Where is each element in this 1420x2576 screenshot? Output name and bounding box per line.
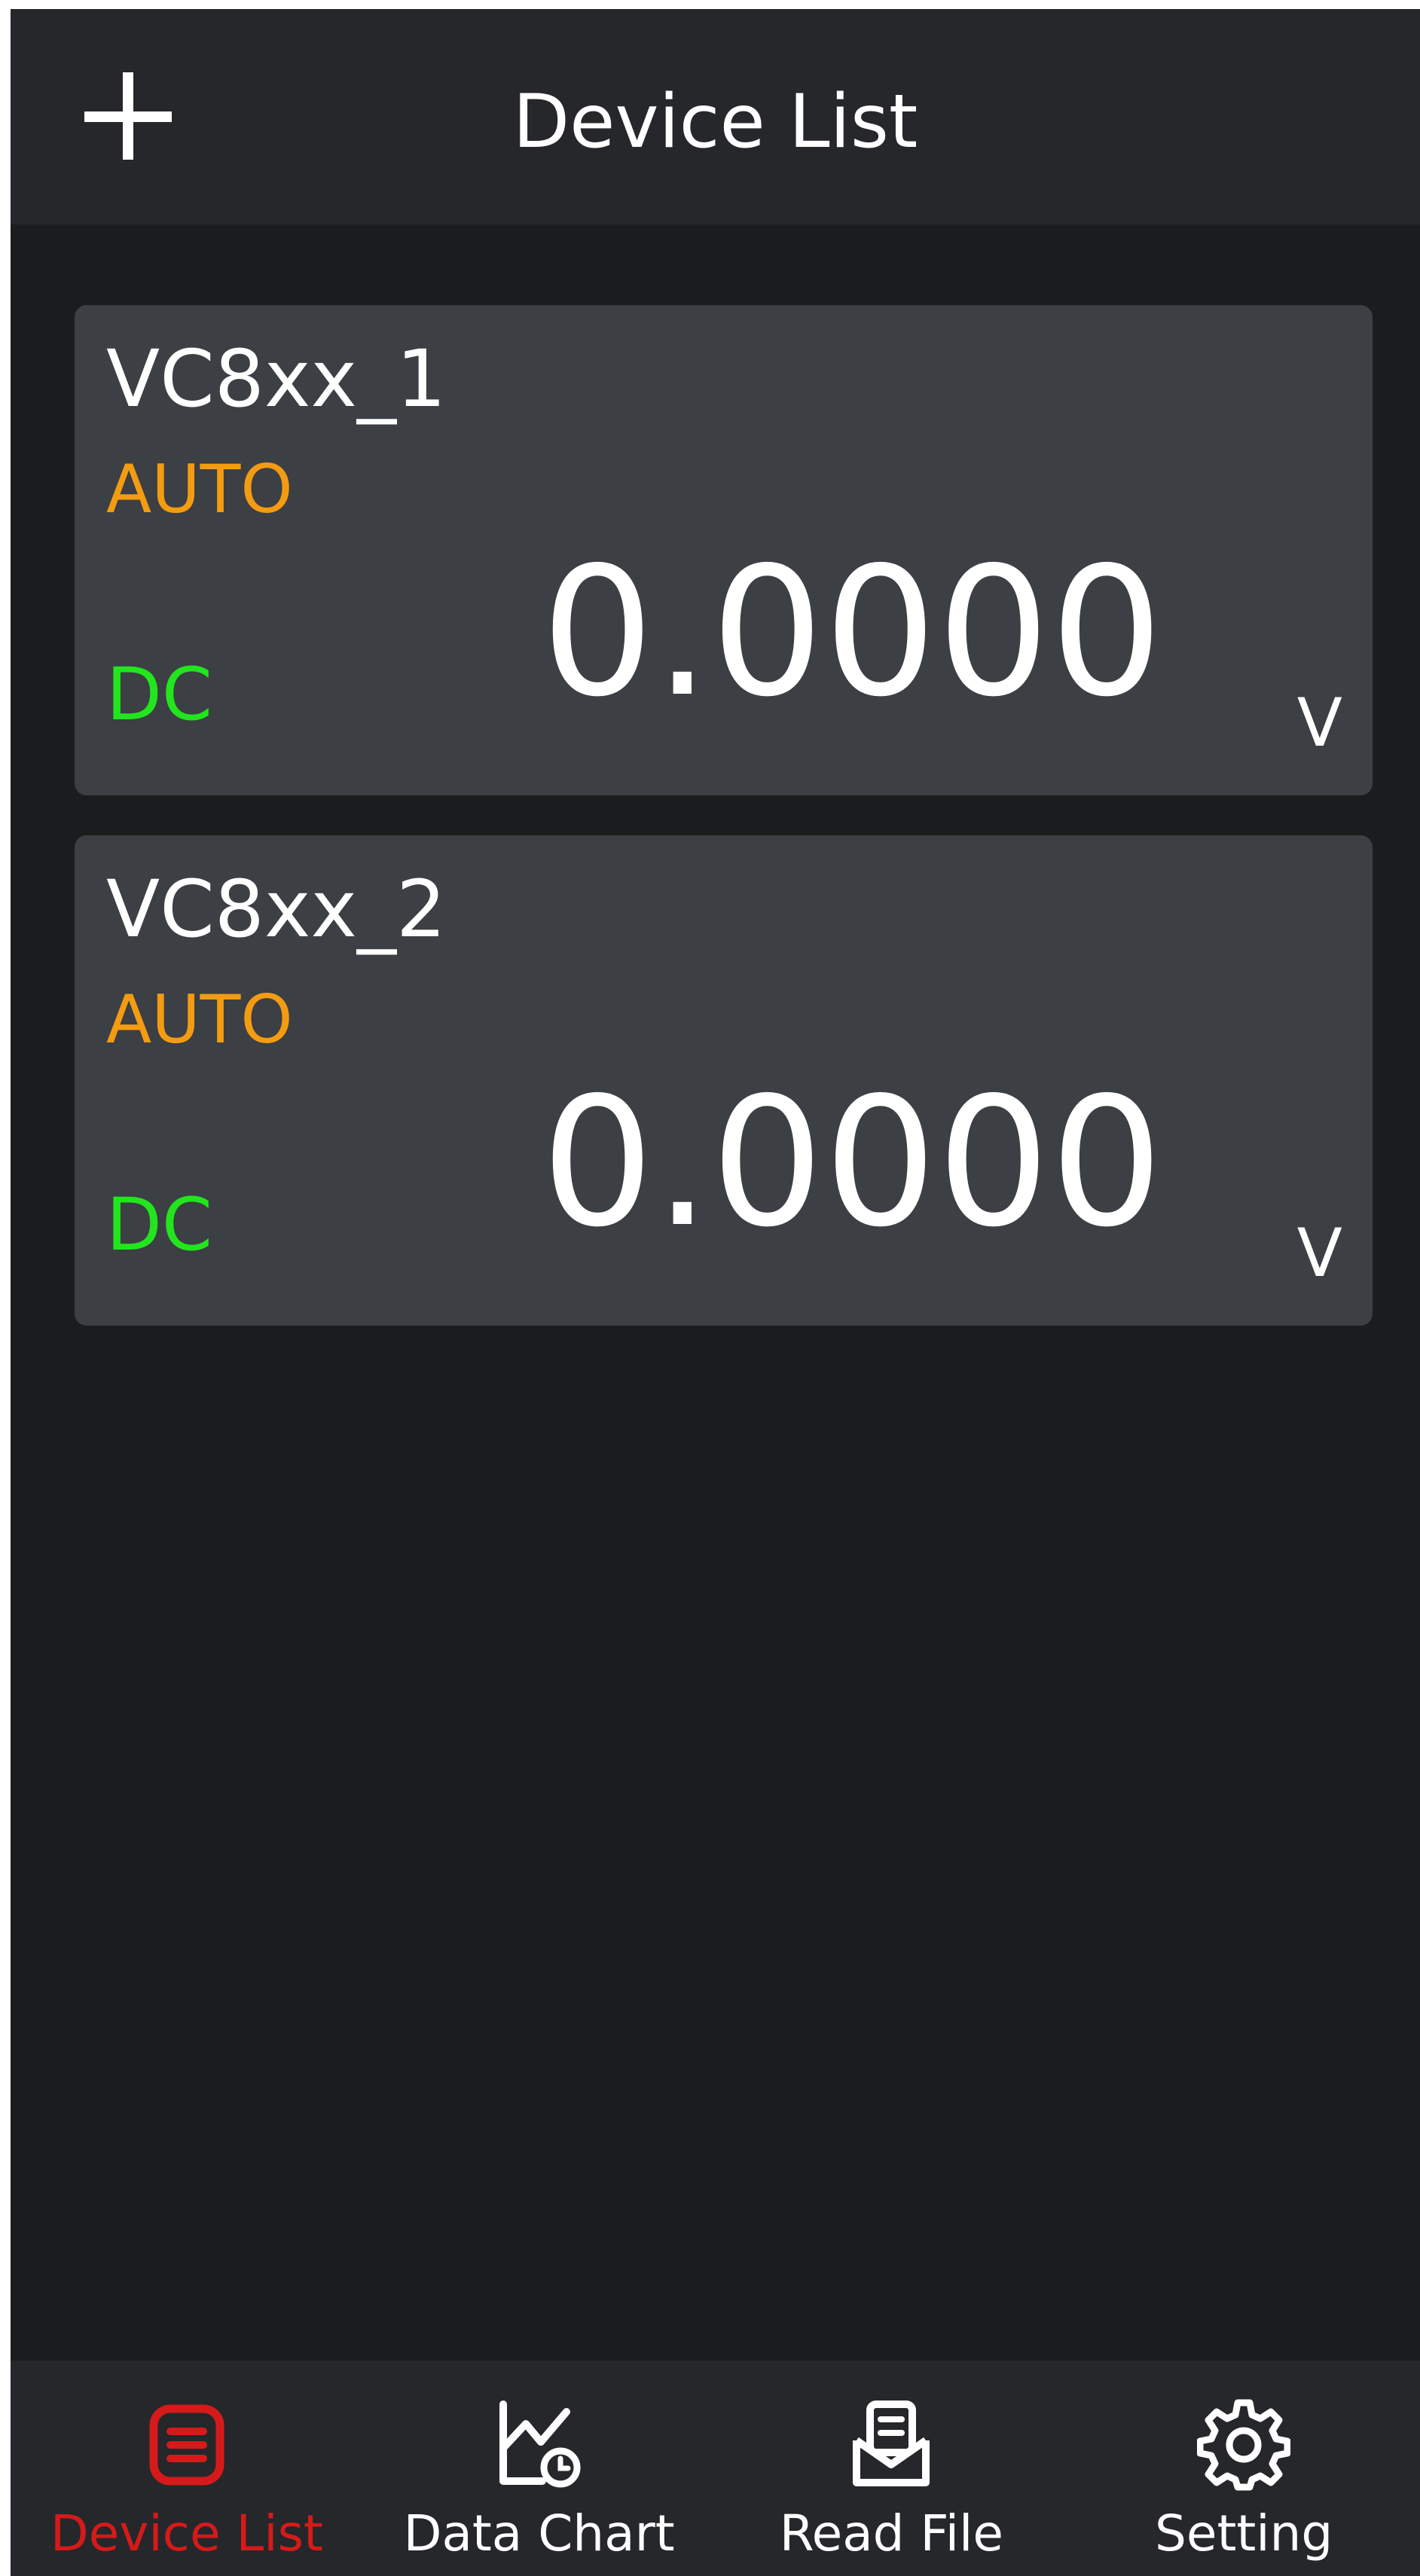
nav-item-read-file[interactable]: Read File (716, 2361, 1068, 2576)
nav-label-device-list: Device List (50, 2504, 323, 2562)
device-name: VC8xx_2 (106, 863, 447, 955)
read-file-icon (853, 2401, 930, 2486)
measurement-reading: 0.0000 (541, 1059, 1163, 1266)
device-card[interactable]: VC8xx_2 AUTO DC 0.0000 V (75, 835, 1373, 1326)
nav-label-setting: Setting (1154, 2504, 1333, 2562)
measurement-reading: 0.0000 (541, 529, 1163, 736)
nav-label-read-file: Read File (779, 2504, 1003, 2562)
app-screen: Device List VC8xx_1 AUTO DC 0.0000 V VC8… (11, 9, 1420, 2576)
gear-icon (1197, 2399, 1291, 2491)
nav-item-data-chart[interactable]: Data Chart (363, 2361, 716, 2576)
device-name: VC8xx_1 (106, 333, 447, 425)
device-card[interactable]: VC8xx_1 AUTO DC 0.0000 V (75, 305, 1373, 795)
page-title: Device List (512, 79, 918, 165)
bottom-navigation: Device List Data Chart Read File Setting (11, 2361, 1420, 2576)
nav-item-device-list[interactable]: Device List (11, 2361, 363, 2576)
top-bar: Device List (11, 9, 1420, 224)
coupling-label: DC (106, 652, 212, 737)
coupling-label: DC (106, 1183, 212, 1267)
nav-item-setting[interactable]: Setting (1067, 2361, 1420, 2576)
data-chart-icon (499, 2401, 581, 2488)
device-list-icon (149, 2404, 224, 2486)
nav-label-data-chart: Data Chart (403, 2504, 675, 2562)
range-mode-label: AUTO (106, 981, 293, 1058)
measurement-unit: V (1296, 1214, 1342, 1292)
range-mode-label: AUTO (106, 450, 293, 528)
measurement-unit: V (1296, 684, 1342, 762)
